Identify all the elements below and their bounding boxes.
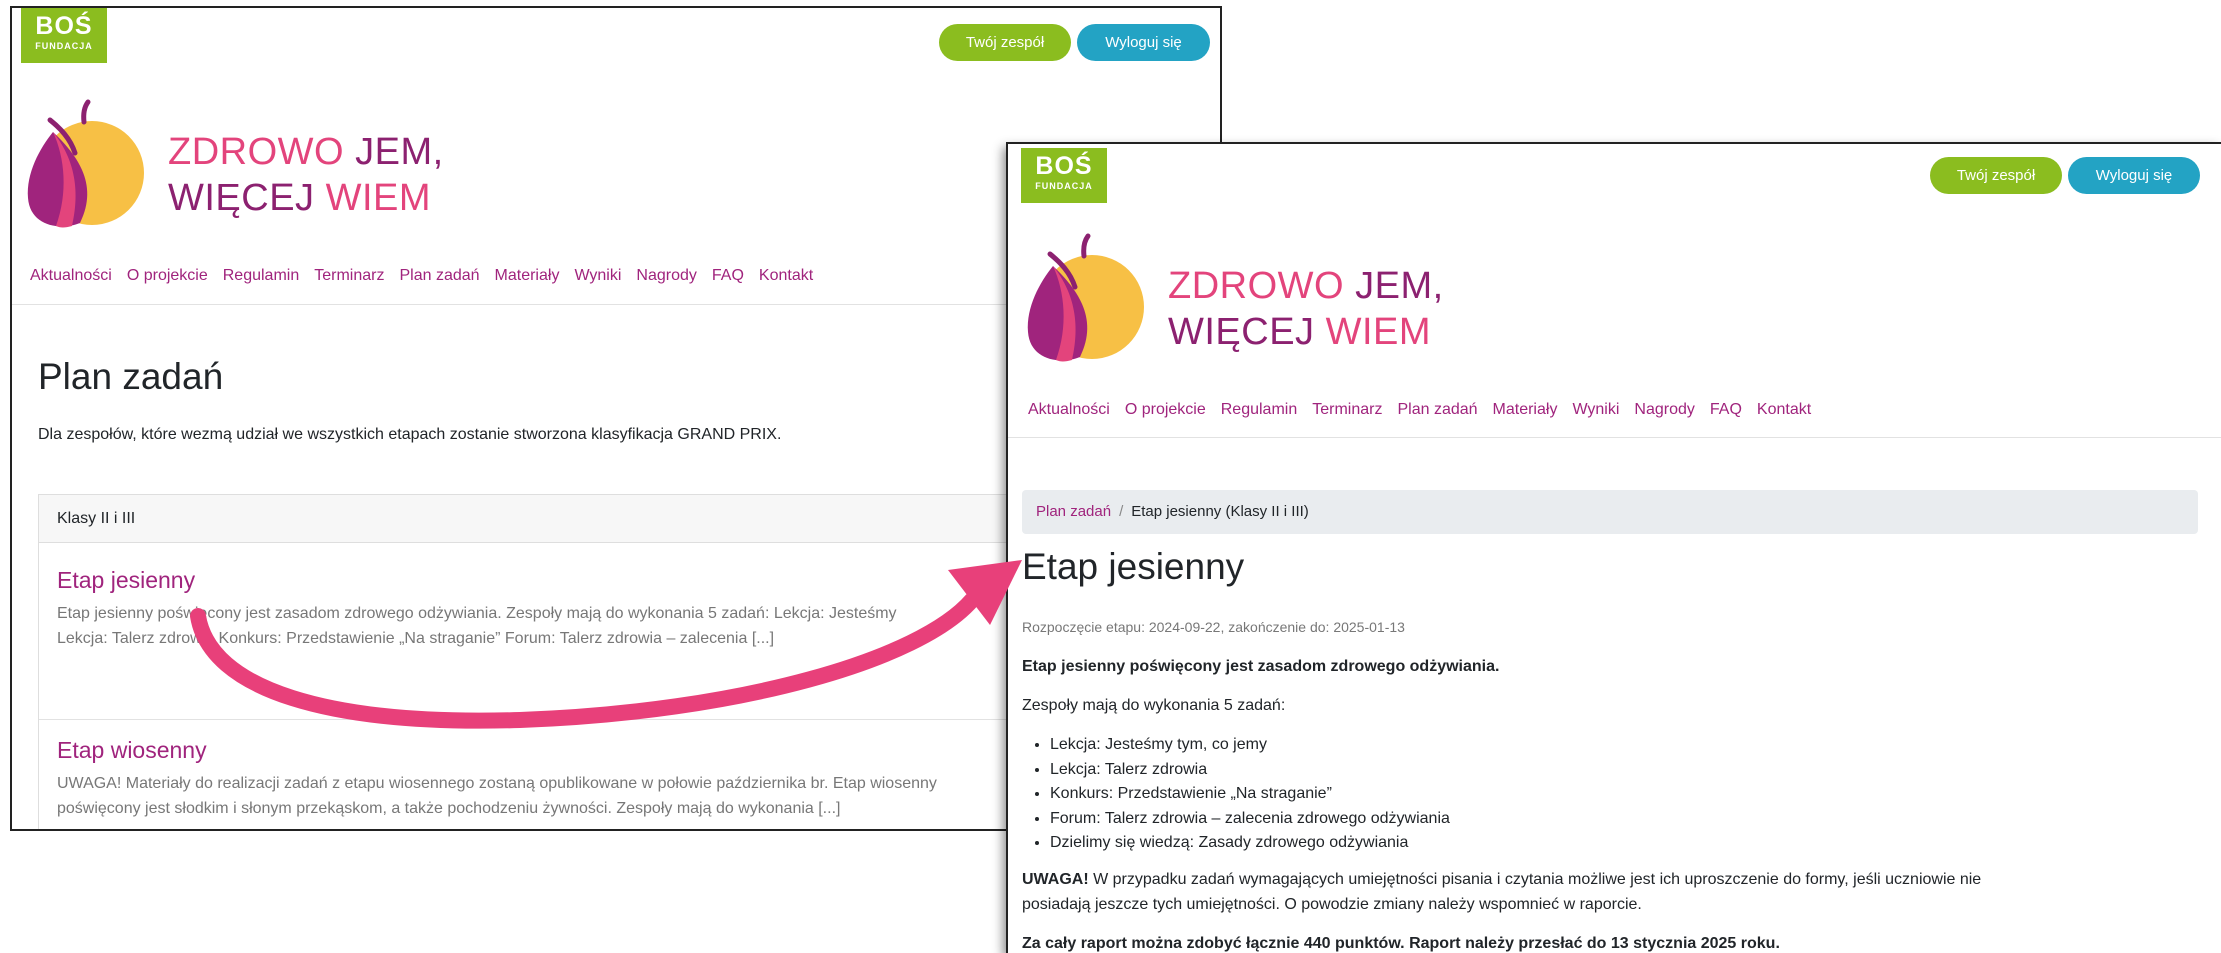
nav-o-projekcie[interactable]: O projekcie [127, 267, 208, 285]
breadcrumb-separator: / [1119, 503, 1124, 520]
bos-foundation-logo[interactable]: BOŚ FUNDACJA [21, 8, 107, 63]
site-logo[interactable]: ZDROWO JEM, WIĘCEJ WIEM [20, 98, 443, 238]
breadcrumb-link-plan-zadan[interactable]: Plan zadań [1036, 503, 1111, 520]
your-team-button[interactable]: Twój zespół [1930, 157, 2062, 194]
post-title-etap-wiosenny[interactable]: Etap wiosenny [57, 737, 207, 764]
nav-wyniki[interactable]: Wyniki [574, 267, 621, 285]
nav-divider [1008, 437, 2221, 438]
stage-dates: Rozpoczęcie etapu: 2024-09-22, zakończen… [1022, 619, 1405, 635]
post-title-etap-jesienny[interactable]: Etap jesienny [57, 567, 195, 594]
nav-materialy[interactable]: Materiały [495, 267, 560, 285]
nav-regulamin[interactable]: Regulamin [1221, 401, 1297, 419]
site-logo[interactable]: ZDROWO JEM, WIĘCEJ WIEM [1020, 232, 1443, 372]
post-excerpt: UWAGA! Materiały do realizacji zadań z e… [57, 775, 937, 792]
list-item: Forum: Talerz zdrowia – zalecenia zdrowe… [1050, 807, 1450, 832]
nav-wyniki[interactable]: Wyniki [1572, 401, 1619, 419]
list-item: Lekcja: Jesteśmy tym, co jemy [1050, 733, 1450, 758]
nav-regulamin[interactable]: Regulamin [223, 267, 299, 285]
logo-word-zdrowo: ZDROWO [1168, 265, 1345, 307]
lead-text: Etap jesienny poświęcony jest zasadom zd… [1022, 658, 1500, 675]
nav-aktualnosci[interactable]: Aktualności [30, 267, 112, 285]
note-paragraph-line2: posiadają jeszcze tych umiejętności. O p… [1022, 896, 1642, 913]
main-nav: Aktualności O projekcie Regulamin Termin… [1028, 401, 1811, 419]
nav-faq[interactable]: FAQ [712, 267, 744, 285]
main-nav: Aktualności O projekcie Regulamin Termin… [30, 267, 813, 285]
note-label: UWAGA! [1022, 871, 1089, 888]
nav-nagrody[interactable]: Nagrody [636, 267, 696, 285]
your-team-button[interactable]: Twój zespół [939, 24, 1071, 61]
breadcrumb: Plan zadań / Etap jesienny (Klasy II i III… [1022, 490, 2198, 534]
list-item: Dzielimy się wiedzą: Zasady zdrowego odż… [1050, 831, 1450, 856]
page-title: Etap jesienny [1022, 546, 1245, 587]
bos-logo-subtext: FUNDACJA [1035, 181, 1093, 191]
nav-terminarz[interactable]: Terminarz [314, 267, 384, 285]
etap-jesienny-window: BOŚ FUNDACJA Twój zespół Wyloguj się ZDR… [1006, 142, 2221, 953]
nav-faq[interactable]: FAQ [1710, 401, 1742, 419]
logout-button[interactable]: Wyloguj się [1077, 24, 1210, 61]
logo-word-zdrowo: ZDROWO [168, 131, 345, 173]
tasks-list: Lekcja: Jesteśmy tym, co jemy Lekcja: Ta… [1008, 733, 1450, 856]
bos-logo-text: BOŚ [1035, 152, 1093, 180]
list-item: Konkurs: Przedstawienie „Na straganie” [1050, 782, 1450, 807]
nav-kontakt[interactable]: Kontakt [759, 267, 813, 285]
note-paragraph: UWAGA! W przypadku zadań wymagających um… [1022, 871, 1982, 888]
nav-plan-zadan[interactable]: Plan zadań [1397, 401, 1477, 419]
logo-word-jem: JEM, [355, 131, 444, 173]
logout-button[interactable]: Wyloguj się [2068, 157, 2200, 194]
bos-foundation-logo[interactable]: BOŚ FUNDACJA [1021, 148, 1107, 203]
page-intro: Dla zespołów, które wezmą udział we wszy… [38, 426, 782, 443]
nav-kontakt[interactable]: Kontakt [1757, 401, 1811, 419]
post-excerpt: Lekcja: Talerz zdrowia Konkurs: Przedsta… [57, 630, 775, 647]
bos-logo-text: BOŚ [35, 12, 93, 40]
page-title: Plan zadań [38, 356, 224, 397]
fig-logo-icon [1027, 233, 1144, 362]
list-item: Lekcja: Talerz zdrowia [1050, 758, 1450, 783]
nav-materialy[interactable]: Materiały [1493, 401, 1558, 419]
logo-word-wiecej: WIĘCEJ [168, 177, 315, 219]
logo-word-jem: JEM, [1355, 265, 1444, 307]
final-note: Za cały raport można zdobyć łącznie 440 … [1022, 935, 1780, 952]
logo-word-wiecej: WIĘCEJ [1168, 311, 1315, 353]
nav-nagrody[interactable]: Nagrody [1634, 401, 1694, 419]
nav-o-projekcie[interactable]: O projekcie [1125, 401, 1206, 419]
logo-word-wiem: WIEM [1325, 311, 1432, 353]
post-excerpt: Etap jesienny poświęcony jest zasadom zd… [57, 605, 897, 622]
fig-logo-icon [27, 99, 144, 228]
nav-plan-zadan[interactable]: Plan zadań [399, 267, 479, 285]
logo-word-wiem: WIEM [325, 177, 432, 219]
nav-terminarz[interactable]: Terminarz [1312, 401, 1382, 419]
nav-aktualnosci[interactable]: Aktualności [1028, 401, 1110, 419]
tasks-intro: Zespoły mają do wykonania 5 zadań: [1022, 697, 1286, 714]
post-excerpt: poświęcony jest słodkim i słonym przekąs… [57, 800, 841, 817]
bos-logo-subtext: FUNDACJA [35, 41, 93, 51]
breadcrumb-current: Etap jesienny (Klasy II i III) [1131, 503, 1309, 520]
